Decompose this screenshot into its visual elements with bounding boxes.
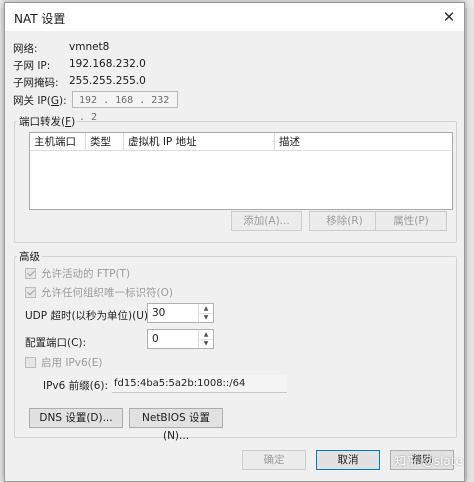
udp-timeout-value: 30 — [152, 307, 166, 319]
title-bar[interactable]: NAT 设置 ✕ — [5, 3, 464, 31]
spin-down-icon[interactable]: ▼ — [199, 313, 213, 322]
background-window-right — [467, 8, 474, 482]
add-button[interactable]: 添加(A)... — [231, 211, 302, 231]
enable-ipv6-checkbox[interactable] — [25, 357, 36, 368]
port-forwarding-table[interactable]: 主机端口 类型 虚拟机 IP 地址 描述 — [29, 132, 453, 210]
remove-button[interactable]: 移除(R) — [309, 211, 380, 231]
allow-ftp-checkbox[interactable] — [25, 268, 36, 279]
column-header-type[interactable]: 类型 — [86, 133, 124, 151]
watermark: 知乎 @slate — [394, 454, 463, 468]
subnet-ip-label: 子网 IP: — [13, 60, 51, 72]
subnet-ip-value: 192.168.232.0 — [69, 58, 146, 70]
gateway-ip-label: 网关 IP(G): — [13, 95, 67, 107]
udp-timeout-spinner[interactable]: 30 ▲ ▼ — [147, 303, 214, 323]
subnet-mask-value: 255.255.255.0 — [69, 75, 146, 87]
properties-button[interactable]: 属性(P) — [375, 211, 447, 231]
close-icon[interactable]: ✕ — [438, 6, 460, 28]
cancel-button[interactable]: 取消 — [316, 450, 380, 470]
udp-timeout-spin-buttons: ▲ ▼ — [198, 304, 213, 322]
spin-down-icon[interactable]: ▼ — [199, 339, 213, 348]
dns-settings-button[interactable]: DNS 设置(D)... — [29, 408, 123, 428]
dialog-title: NAT 设置 — [14, 12, 66, 26]
ipv6-prefix-label: IPv6 前缀(6): — [43, 380, 109, 392]
config-port-label: 配置端口(C): — [25, 337, 87, 349]
gateway-ip-field[interactable]: 192 . 168 . 232 . 2 — [72, 91, 178, 123]
column-header-description[interactable]: 描述 — [275, 133, 451, 151]
enable-ipv6-label: 启用 IPv6(E) — [41, 357, 103, 369]
allow-ftp-label: 允许活动的 FTP(T) — [41, 268, 131, 280]
config-port-spinner[interactable]: 0 ▲ ▼ — [147, 329, 214, 349]
config-port-value: 0 — [152, 333, 159, 345]
ipv6-prefix-field[interactable]: fd15:4ba5:5a2b:1008::/64 — [112, 375, 287, 393]
network-value: vmnet8 — [69, 41, 110, 53]
nat-settings-dialog: NAT 设置 ✕ 网络: vmnet8 子网 IP: 192.168.232.0… — [4, 2, 465, 482]
allow-oui-label: 允许任何组织唯一标识符(O) — [41, 287, 173, 299]
column-header-host-port[interactable]: 主机端口 — [30, 133, 86, 151]
column-header-vm-ip[interactable]: 虚拟机 IP 地址 — [124, 133, 275, 151]
network-label: 网络: — [13, 43, 38, 55]
advanced-legend: 高级 — [17, 249, 42, 264]
netbios-settings-button[interactable]: NetBIOS 设置(N)... — [129, 408, 223, 442]
port-forwarding-legend: 端口转发(F) — [17, 114, 78, 129]
subnet-mask-label: 子网掩码: — [13, 77, 59, 89]
udp-timeout-label: UDP 超时(以秒为单位)(U): — [25, 310, 152, 322]
config-port-spin-buttons: ▲ ▼ — [198, 330, 213, 348]
ok-button[interactable]: 确定 — [242, 450, 306, 470]
allow-oui-checkbox[interactable] — [25, 287, 36, 298]
